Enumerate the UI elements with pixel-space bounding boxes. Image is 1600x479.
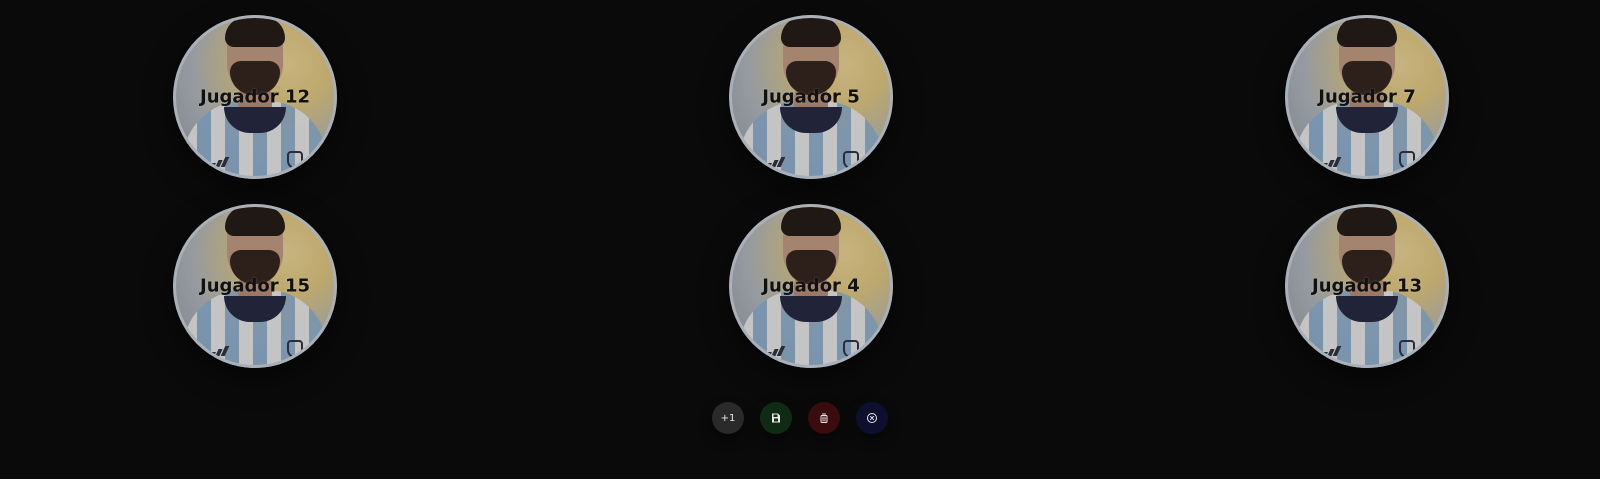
team-crest-icon (1399, 340, 1415, 358)
close-circle-icon (867, 413, 877, 423)
team-crest-icon (287, 340, 303, 358)
player-label: Jugador 13 (1312, 275, 1422, 297)
player-card-jugador-12[interactable]: Jugador 12 (173, 15, 337, 179)
delete-button[interactable] (808, 402, 840, 434)
add-player-label: +1 (720, 412, 736, 424)
player-card-jugador-4[interactable]: Jugador 4 (729, 204, 893, 368)
save-icon (772, 413, 780, 423)
cancel-button[interactable] (856, 402, 888, 434)
team-crest-icon (1399, 151, 1415, 169)
player-card-jugador-15[interactable]: Jugador 15 (173, 204, 337, 368)
player-card-jugador-13[interactable]: Jugador 13 (1285, 204, 1449, 368)
player-label: Jugador 12 (200, 86, 310, 108)
team-crest-icon (843, 340, 859, 358)
page: Jugador 12 Jugador 5 Jugador 7 Jugador 1… (0, 0, 1600, 479)
player-label: Jugador 4 (762, 275, 860, 297)
brand-logo-icon (210, 157, 230, 167)
brand-logo-icon (1322, 157, 1342, 167)
brand-logo-icon (766, 157, 786, 167)
brand-logo-icon (210, 346, 230, 356)
team-crest-icon (843, 151, 859, 169)
player-card-jugador-5[interactable]: Jugador 5 (729, 15, 893, 179)
team-crest-icon (287, 151, 303, 169)
player-label: Jugador 15 (200, 275, 310, 297)
player-label: Jugador 7 (1318, 86, 1416, 108)
add-player-button[interactable]: +1 (712, 402, 744, 434)
player-label: Jugador 5 (762, 86, 860, 108)
action-bar: +1 (712, 402, 888, 434)
player-card-jugador-7[interactable]: Jugador 7 (1285, 15, 1449, 179)
brand-logo-icon (1322, 346, 1342, 356)
trash-icon (820, 413, 828, 423)
save-button[interactable] (760, 402, 792, 434)
brand-logo-icon (766, 346, 786, 356)
